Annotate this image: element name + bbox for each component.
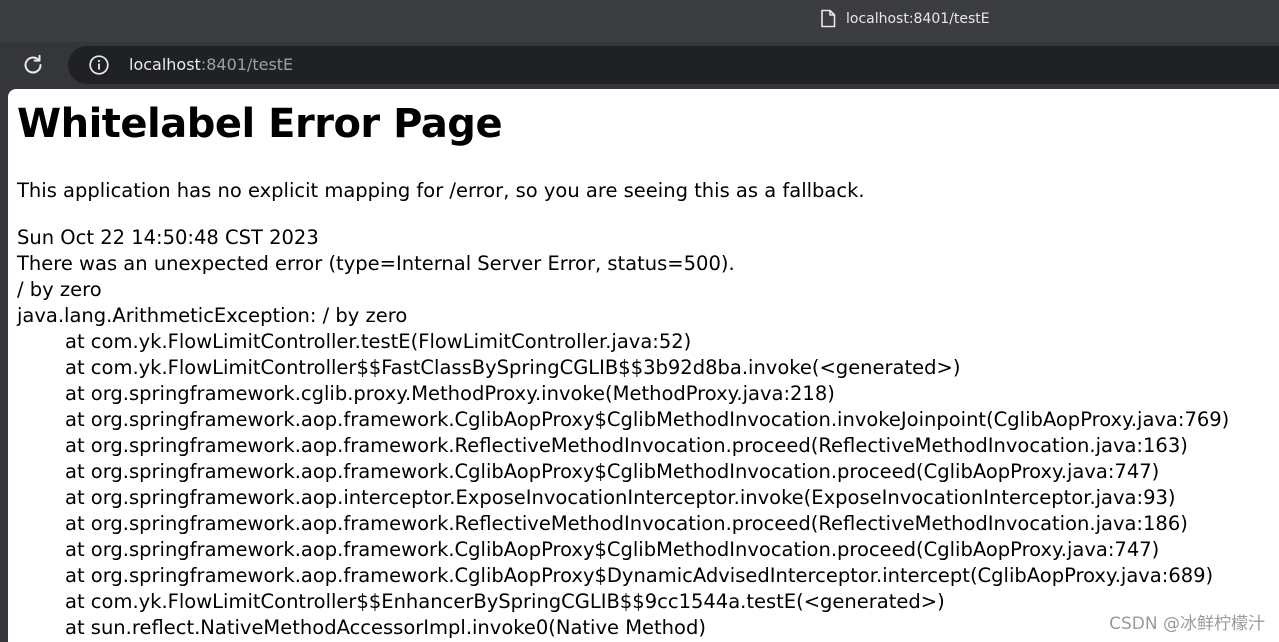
tab-title: localhost:8401/testE xyxy=(846,10,990,27)
url-text: localhost:8401/testE xyxy=(129,55,293,74)
exception-line: java.lang.ArithmeticException: / by zero xyxy=(17,304,408,327)
tab-active[interactable]: localhost:8401/testE xyxy=(820,9,990,28)
url-path: :8401/testE xyxy=(200,55,294,74)
stack-frame: at org.springframework.aop.framework.Ref… xyxy=(65,434,1188,457)
toolbar: localhost:8401/testE xyxy=(0,42,1279,88)
page-icon xyxy=(820,9,836,28)
browser-window: localhost:8401/testE localhost:8401/test… xyxy=(0,0,1279,642)
fallback-message: This application has no explicit mapping… xyxy=(17,179,865,202)
error-details: Sun Oct 22 14:50:48 CST 2023 There was a… xyxy=(17,225,735,303)
stack-frame: at com.yk.FlowLimitController$$FastClass… xyxy=(65,356,961,379)
stack-frame: at org.springframework.cglib.proxy.Metho… xyxy=(65,382,835,405)
address-bar[interactable]: localhost:8401/testE xyxy=(68,46,1279,84)
stack-frame: at org.springframework.aop.framework.Cgl… xyxy=(65,564,1214,587)
error-message: / by zero xyxy=(17,278,102,301)
stack-frame: at org.springframework.aop.framework.Cgl… xyxy=(65,408,1230,431)
error-summary: There was an unexpected error (type=Inte… xyxy=(17,252,735,275)
stack-frame: at org.springframework.aop.framework.Ref… xyxy=(65,512,1188,535)
reload-icon xyxy=(24,54,42,74)
info-icon xyxy=(89,55,109,75)
stack-frame: at sun.reflect.NativeMethodAccessorImpl.… xyxy=(65,616,706,639)
page-title: Whitelabel Error Page xyxy=(17,101,503,147)
page-content: Whitelabel Error Page This application h… xyxy=(8,89,1279,642)
stack-frame: at org.springframework.aop.interceptor.E… xyxy=(65,486,1176,509)
stack-frame: at com.yk.FlowLimitController.testE(Flow… xyxy=(65,330,692,353)
stack-frame: at org.springframework.aop.framework.Cgl… xyxy=(65,538,1160,561)
reload-button[interactable] xyxy=(20,52,46,78)
error-timestamp: Sun Oct 22 14:50:48 CST 2023 xyxy=(17,226,319,249)
stack-frame: at com.yk.FlowLimitController$$EnhancerB… xyxy=(65,590,945,613)
watermark: CSDN @冰鲜柠檬汁 xyxy=(1109,614,1265,634)
site-info-button[interactable] xyxy=(88,54,110,76)
stack-frame: at org.springframework.aop.framework.Cgl… xyxy=(65,460,1160,483)
stack-trace: java.lang.ArithmeticException: / by zero… xyxy=(17,303,1229,641)
tab-strip: localhost:8401/testE xyxy=(0,0,1279,42)
url-host: localhost xyxy=(129,55,201,74)
